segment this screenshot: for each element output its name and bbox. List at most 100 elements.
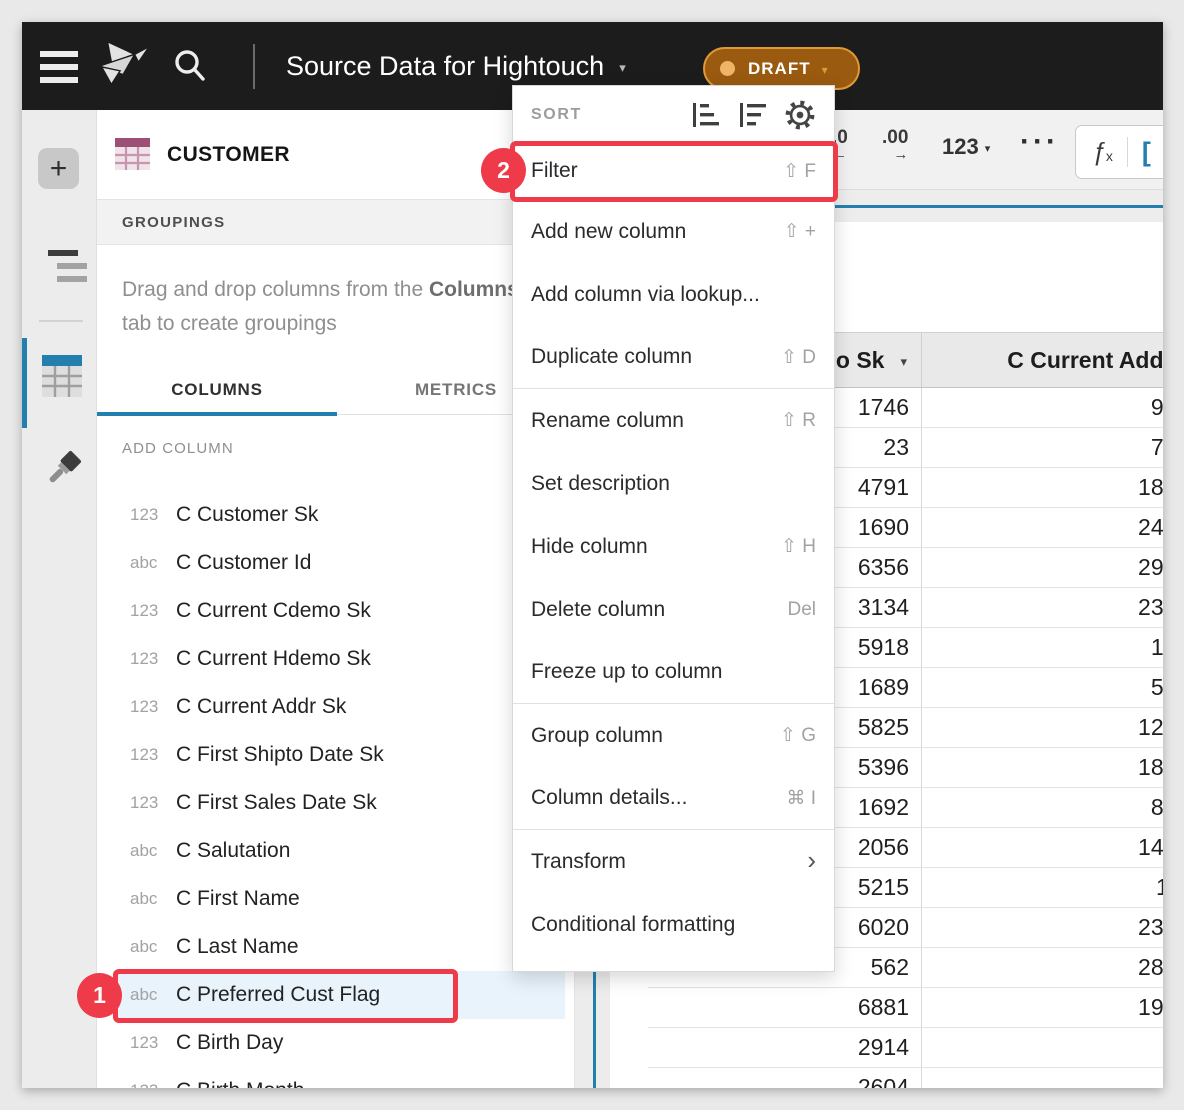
column-type-badge: 123: [130, 505, 176, 525]
menu-item-label: Transform: [531, 850, 626, 874]
cell-addr-sk[interactable]: 18459: [922, 468, 1163, 507]
cell-addr-sk[interactable]: 7634: [922, 428, 1163, 467]
sort-section-label: SORT: [531, 106, 582, 124]
increase-decimal-icon[interactable]: .00 →: [882, 127, 908, 163]
menu-item-shortcut: ⌘ I: [786, 787, 816, 810]
menu-item-label: Conditional formatting: [531, 913, 735, 937]
table-element-icon[interactable]: [41, 353, 83, 399]
cell-addr-sk[interactable]: 24940: [922, 508, 1163, 547]
sort-ascending-icon[interactable]: [690, 100, 720, 130]
menu-item-set-description[interactable]: Set description: [513, 452, 834, 515]
rail-divider: [39, 320, 83, 322]
draft-label: DRAFT: [748, 59, 811, 79]
tab-columns[interactable]: COLUMNS: [97, 365, 337, 415]
column-list-item[interactable]: abcC Last Name: [97, 923, 575, 971]
menu-item-label: Rename column: [531, 409, 684, 433]
groupings-hint-text: Drag and drop columns from the Columns t…: [122, 273, 562, 341]
menu-item-label: Group column: [531, 724, 663, 748]
column-list-item[interactable]: 123C First Sales Date Sk: [97, 779, 575, 827]
column-name: C First Name: [176, 887, 300, 911]
column-list-item[interactable]: abcC Customer Id: [97, 539, 575, 587]
cell-addr-sk[interactable]: 23144: [922, 588, 1163, 627]
cell-addr-sk[interactable]: 5539: [922, 668, 1163, 707]
menu-item-group-column[interactable]: Group column⇧ G: [513, 704, 834, 767]
column-list-item[interactable]: abcC Preferred Cust Flag: [113, 971, 565, 1019]
more-options-icon[interactable]: ···: [1020, 125, 1059, 159]
document-title-text: Source Data for Hightouch: [286, 51, 604, 82]
column-list-item[interactable]: 123C Current Hdemo Sk: [97, 635, 575, 683]
paintbrush-icon[interactable]: [41, 450, 83, 494]
column-list-item[interactable]: 123C Birth Day: [97, 1019, 575, 1067]
column-name: C Last Name: [176, 935, 299, 959]
chevron-down-icon: ▾: [619, 60, 626, 76]
menu-item-rename-column[interactable]: Rename column ⇧ R: [513, 389, 834, 452]
column-list-item[interactable]: abcC First Name: [97, 875, 575, 923]
cell-addr-sk[interactable]: 27: [922, 1068, 1163, 1088]
menu-item-delete-column[interactable]: Delete columnDel: [513, 578, 834, 641]
element-properties-panel: CUSTOMER GROUPINGS Drag and drop columns…: [97, 110, 575, 1088]
cell-addr-sk[interactable]: 1111: [922, 868, 1163, 907]
search-icon[interactable]: [172, 48, 208, 84]
column-list-item[interactable]: 123C Birth Month: [97, 1067, 575, 1088]
cell-addr-sk[interactable]: 28426: [922, 948, 1163, 987]
topbar-divider: [253, 44, 255, 89]
column-name: C Preferred Cust Flag: [176, 983, 380, 1007]
column-reference-icon: [: [1142, 137, 1151, 168]
draft-status-badge[interactable]: DRAFT ▾: [703, 47, 860, 90]
sort-settings-gear-icon[interactable]: [784, 99, 816, 131]
column-list-item[interactable]: 123C Current Cdemo Sk: [97, 587, 575, 635]
column-type-badge: 123: [130, 745, 176, 765]
cell-addr-sk[interactable]: 1339: [922, 628, 1163, 667]
menu-item-add-new-column[interactable]: Add new column⇧ +: [513, 200, 834, 263]
cell-addr-sk[interactable]: 19400: [922, 988, 1163, 1027]
hamburger-menu-icon[interactable]: [40, 51, 78, 90]
column-type-badge: abc: [130, 985, 176, 1005]
menu-item-duplicate-column[interactable]: Duplicate column⇧ D: [513, 326, 834, 389]
number-format-dropdown[interactable]: 123▾: [942, 134, 990, 160]
cell-addr-sk[interactable]: 14831: [922, 828, 1163, 867]
column-header-addr-sk[interactable]: C Current Addr Sk: [922, 333, 1163, 387]
column-menu-caret-icon[interactable]: ▾: [900, 354, 907, 370]
cell-addr-sk[interactable]: 9833: [922, 388, 1163, 427]
menu-item-label: Column details...: [531, 786, 687, 810]
menu-item-column-details[interactable]: Column details... ⌘ I: [513, 767, 834, 830]
table-row: 688119400: [648, 988, 1163, 1028]
column-list-item[interactable]: 123C First Shipto Date Sk: [97, 731, 575, 779]
source-table-icon: [114, 135, 151, 172]
cell-addr-sk[interactable]: 223: [922, 1028, 1163, 1067]
active-tab-indicator: [22, 338, 27, 428]
menu-item-label: Hide column: [531, 535, 648, 559]
menu-item-conditional-formatting[interactable]: Conditional formatting: [513, 893, 834, 956]
add-element-button[interactable]: +: [38, 148, 79, 189]
menu-item-add-column-via-lookup[interactable]: Add column via lookup...: [513, 263, 834, 326]
outline-list-icon[interactable]: [48, 250, 88, 289]
app-window: Source Data for Hightouch ▾ DRAFT ▾ +: [22, 22, 1163, 1088]
column-name: C First Sales Date Sk: [176, 791, 377, 815]
formula-bar-button[interactable]: ƒ x [: [1075, 125, 1163, 179]
menu-item-label: Add new column: [531, 220, 686, 244]
column-list-item[interactable]: abcC Salutation: [97, 827, 575, 875]
chevron-down-icon: ▾: [822, 63, 828, 77]
column-type-badge: abc: [130, 889, 176, 909]
menu-item-transform[interactable]: Transform›: [513, 830, 834, 893]
column-list-item[interactable]: 123C Customer Sk: [97, 491, 575, 539]
cell-addr-sk[interactable]: 8791: [922, 788, 1163, 827]
cell-addr-sk[interactable]: 29391: [922, 548, 1163, 587]
menu-item-shortcut: ⇧ R: [781, 409, 816, 432]
menu-item-hide-column[interactable]: Hide column⇧ H: [513, 515, 834, 578]
cell-hdemo-sk[interactable]: 2914: [648, 1028, 922, 1067]
cell-addr-sk[interactable]: 18761: [922, 748, 1163, 787]
column-type-badge: abc: [130, 841, 176, 861]
cell-hdemo-sk[interactable]: 6881: [648, 988, 922, 1027]
column-type-badge: 123: [130, 697, 176, 717]
cell-hdemo-sk[interactable]: 2604: [648, 1068, 922, 1088]
table-source-header: CUSTOMER: [97, 110, 575, 200]
column-list-item[interactable]: 123C Current Addr Sk: [97, 683, 575, 731]
sort-descending-icon[interactable]: [737, 100, 767, 130]
menu-item-label: Set description: [531, 472, 670, 496]
sigma-bird-logo-icon[interactable]: [94, 37, 152, 93]
cell-addr-sk[interactable]: 23947: [922, 908, 1163, 947]
menu-item-freeze-up-to-column[interactable]: Freeze up to column: [513, 641, 834, 704]
cell-addr-sk[interactable]: 12033: [922, 708, 1163, 747]
menu-item-filter[interactable]: Filter⇧ F: [513, 143, 834, 200]
